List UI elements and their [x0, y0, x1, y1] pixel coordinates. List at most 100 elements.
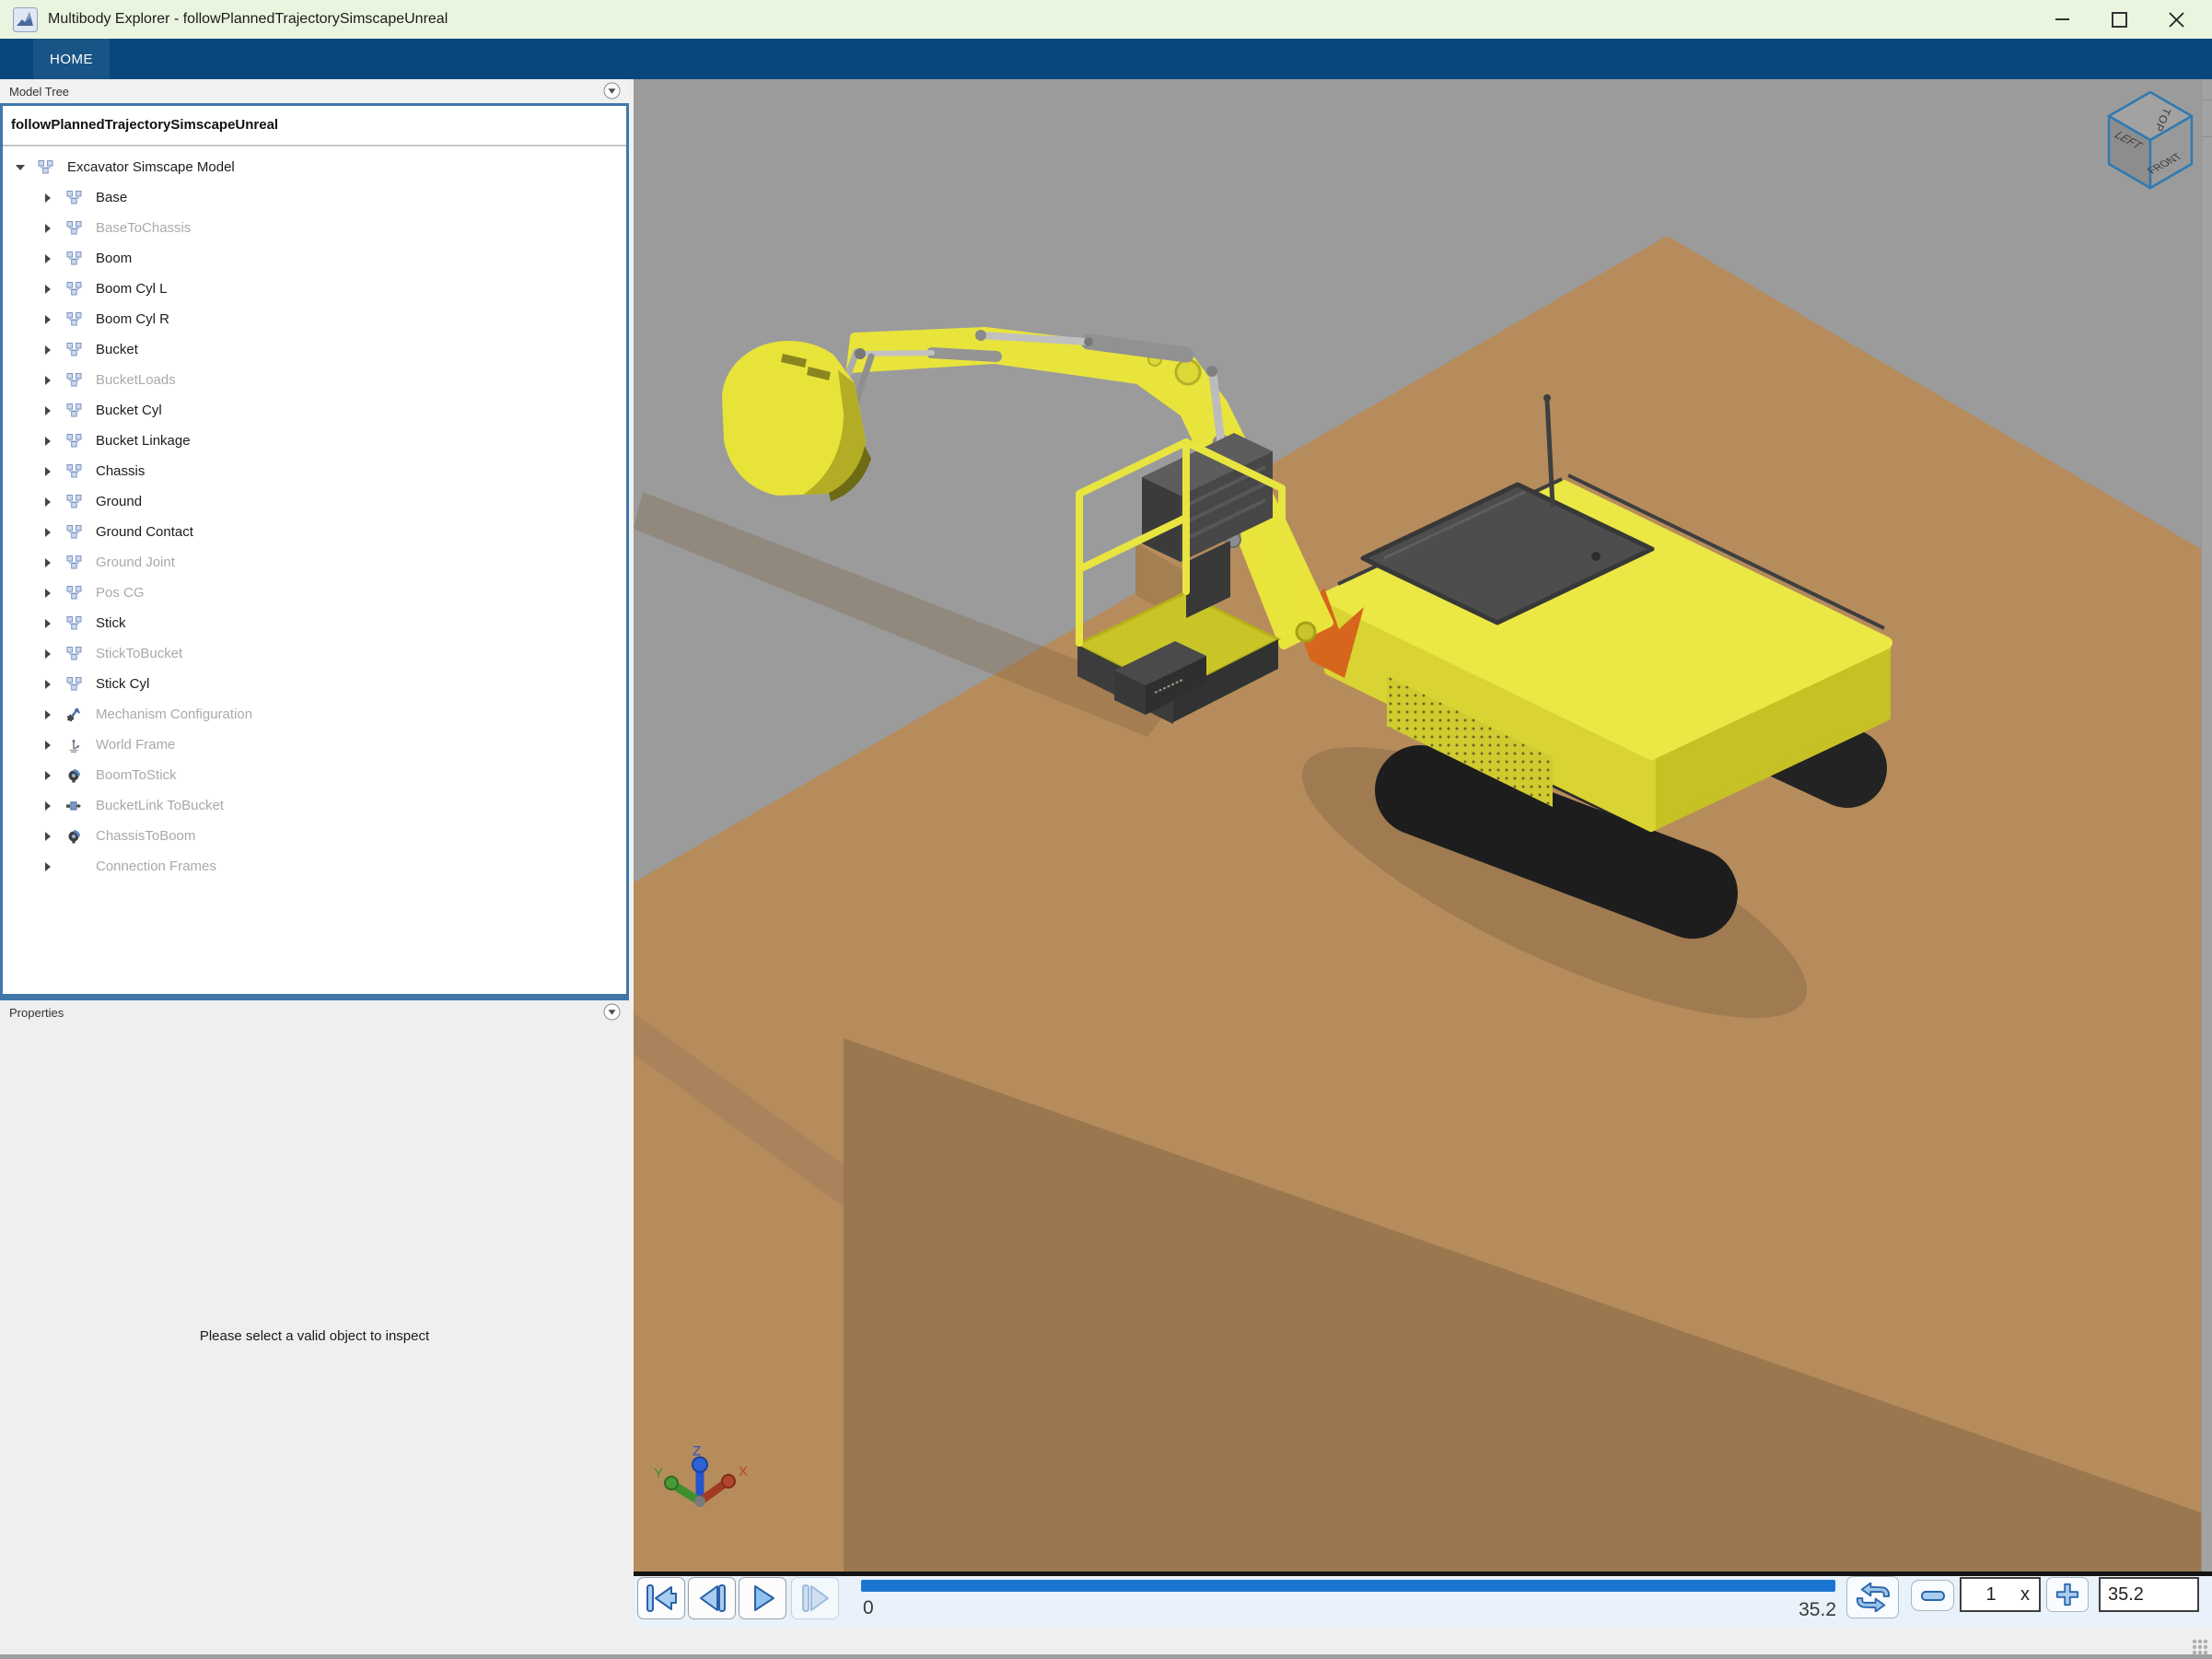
subsystem-icon	[66, 555, 89, 569]
mechanism-config-icon	[66, 707, 89, 722]
subsystem-icon	[66, 343, 89, 356]
subsystem-icon	[66, 677, 89, 691]
tab-home[interactable]: HOME	[33, 39, 110, 79]
tree-item-excavator-simscape-model[interactable]: Excavator Simscape Model	[3, 152, 626, 182]
speed-decrease-button[interactable]	[1911, 1580, 1954, 1611]
chevron-collapsed-icon[interactable]	[44, 375, 66, 386]
chevron-collapsed-icon[interactable]	[44, 740, 66, 751]
end-time-label: 35.2	[1775, 1599, 1836, 1621]
tree-item-ground[interactable]: Ground	[3, 486, 626, 517]
loop-button[interactable]	[1846, 1576, 1899, 1618]
tree-item-sticktobucket[interactable]: StickToBucket	[3, 638, 626, 669]
properties-body: Please select a valid object to inspect	[0, 1024, 629, 1659]
tree-item-world-frame[interactable]: World Frame	[3, 730, 626, 760]
chevron-collapsed-icon[interactable]	[44, 405, 66, 416]
model-tree-header: Model Tree	[0, 79, 629, 103]
subsystem-icon	[38, 160, 61, 174]
tree-item-label: Bucket Cyl	[96, 403, 162, 418]
subsystem-icon	[66, 312, 89, 326]
tree-item-bucketlink-tobucket[interactable]: BucketLink ToBucket	[3, 790, 626, 821]
chevron-collapsed-icon[interactable]	[44, 527, 66, 538]
minus-icon	[1919, 1585, 1947, 1606]
chevron-collapsed-icon[interactable]	[44, 253, 66, 264]
subsystem-icon	[66, 495, 89, 508]
close-icon	[2169, 12, 2184, 28]
app-icon	[13, 7, 38, 32]
none-icon	[66, 866, 89, 867]
minimize-button[interactable]	[2033, 0, 2090, 39]
tree-item-chassis[interactable]: Chassis	[3, 456, 626, 486]
chevron-expanded-icon[interactable]	[16, 164, 38, 171]
tree-item-bucket-cyl[interactable]: Bucket Cyl	[3, 395, 626, 426]
subsystem-icon	[66, 282, 89, 296]
play-button[interactable]	[739, 1577, 786, 1619]
tree-item-mechanism-configuration[interactable]: Mechanism Configuration	[3, 699, 626, 730]
subsystem-icon	[66, 373, 89, 387]
chevron-collapsed-icon[interactable]	[44, 588, 66, 599]
chevron-collapsed-icon[interactable]	[44, 314, 66, 325]
speed-increase-button[interactable]	[2046, 1577, 2089, 1612]
maximize-button[interactable]	[2090, 0, 2148, 39]
chevron-collapsed-icon[interactable]	[44, 193, 66, 204]
tree-item-boom[interactable]: Boom	[3, 243, 626, 274]
subsystem-icon	[66, 191, 89, 204]
model-tree-collapse-icon[interactable]	[603, 82, 621, 99]
tree-item-label: BucketLoads	[96, 372, 176, 388]
tree-item-label: Ground Contact	[96, 524, 193, 540]
tree-item-base[interactable]: Base	[3, 182, 626, 213]
y-axis-label: Y	[654, 1466, 663, 1481]
tree-item-connection-frames[interactable]: Connection Frames	[3, 851, 626, 882]
tree-item-label: Chassis	[96, 463, 145, 479]
chevron-collapsed-icon[interactable]	[44, 497, 66, 508]
chevron-collapsed-icon[interactable]	[44, 618, 66, 629]
chevron-collapsed-icon[interactable]	[44, 223, 66, 234]
window-bottom-edge	[0, 1654, 2212, 1659]
viewport-3d[interactable]: TOP LEFT FRONT Z Y X	[634, 79, 2212, 1571]
step-forward-icon	[798, 1583, 832, 1614]
tree-item-basetochassis[interactable]: BaseToChassis	[3, 213, 626, 243]
step-back-button[interactable]	[688, 1577, 736, 1619]
resize-grip[interactable]	[2192, 1639, 2208, 1655]
tree-item-bucketloads[interactable]: BucketLoads	[3, 365, 626, 395]
world-frame-icon	[66, 738, 89, 753]
chevron-collapsed-icon[interactable]	[44, 436, 66, 447]
time-field[interactable]: 35.2	[2099, 1577, 2199, 1612]
tree-item-stick-cyl[interactable]: Stick Cyl	[3, 669, 626, 699]
prismatic-joint-icon	[66, 799, 89, 813]
chevron-collapsed-icon[interactable]	[44, 831, 66, 842]
chevron-collapsed-icon[interactable]	[44, 709, 66, 720]
tree-item-ground-contact[interactable]: Ground Contact	[3, 517, 626, 547]
chevron-collapsed-icon[interactable]	[44, 466, 66, 477]
tree-item-bucket-linkage[interactable]: Bucket Linkage	[3, 426, 626, 456]
chevron-collapsed-icon[interactable]	[44, 861, 66, 872]
revolute-joint-icon	[66, 829, 89, 844]
tree-item-bucket[interactable]: Bucket	[3, 334, 626, 365]
tree-item-pos-cg[interactable]: Pos CG	[3, 578, 626, 608]
tree-item-boom-cyl-r[interactable]: Boom Cyl R	[3, 304, 626, 334]
time-field-value: 35.2	[2108, 1584, 2144, 1606]
subsystem-icon	[66, 525, 89, 539]
chevron-collapsed-icon[interactable]	[44, 284, 66, 295]
tree-item-ground-joint[interactable]: Ground Joint	[3, 547, 626, 578]
tree-item-chassistoboom[interactable]: ChassisToBoom	[3, 821, 626, 851]
speed-field[interactable]: 1 x	[1960, 1577, 2041, 1612]
chevron-collapsed-icon[interactable]	[44, 679, 66, 690]
tree-item-stick[interactable]: Stick	[3, 608, 626, 638]
chevron-collapsed-icon[interactable]	[44, 648, 66, 660]
chevron-collapsed-icon[interactable]	[44, 557, 66, 568]
scene-3d[interactable]: TOP LEFT FRONT Z Y X	[634, 79, 2212, 1571]
viewport-scrollbar[interactable]	[2201, 79, 2212, 1571]
step-forward-button[interactable]	[791, 1577, 839, 1619]
chevron-collapsed-icon[interactable]	[44, 800, 66, 812]
properties-collapse-icon[interactable]	[603, 1003, 621, 1021]
chevron-collapsed-icon[interactable]	[44, 345, 66, 356]
timeline-slider[interactable]	[861, 1580, 1835, 1592]
go-to-start-button[interactable]	[637, 1577, 685, 1619]
tree-item-boomtostick[interactable]: BoomToStick	[3, 760, 626, 790]
tree-item-boom-cyl-l[interactable]: Boom Cyl L	[3, 274, 626, 304]
model-root-name[interactable]: followPlannedTrajectorySimscapeUnreal	[3, 106, 626, 146]
chevron-collapsed-icon[interactable]	[44, 770, 66, 781]
play-icon	[747, 1583, 778, 1614]
close-button[interactable]	[2148, 0, 2205, 39]
tree-item-label: World Frame	[96, 737, 175, 753]
